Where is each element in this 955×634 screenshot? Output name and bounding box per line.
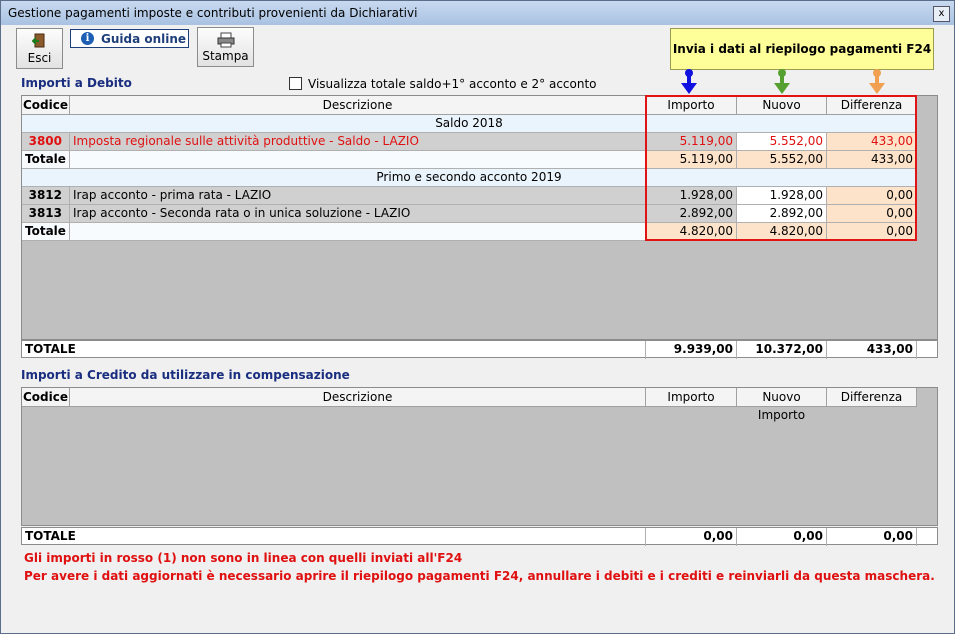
stampa-label: Stampa <box>202 49 249 63</box>
col-nuovo-importo: Nuovo Importo <box>737 388 827 422</box>
col-descrizione: Descrizione <box>70 388 646 407</box>
main-panel: Esci i Guida online Stampa Invia i dati … <box>7 25 948 627</box>
visualizza-totale-checkbox[interactable]: Visualizza totale saldo+1° acconto e 2° … <box>289 77 597 91</box>
info-icon: i <box>81 32 94 45</box>
cell-totale-label: Totale <box>22 223 70 241</box>
exit-door-icon <box>32 33 45 48</box>
debito-section-title: Importi a Debito <box>21 76 132 90</box>
arrow-importo-icon <box>681 69 697 94</box>
printer-icon <box>217 32 235 48</box>
cell-descrizione: Irap acconto - Seconda rata o in unica s… <box>70 205 646 223</box>
cell-descrizione: Imposta regionale sulle attività produtt… <box>70 133 646 151</box>
invia-f24-button[interactable]: Invia i dati al riepilogo pagamenti F24 <box>670 28 934 70</box>
cell-empty <box>70 151 646 169</box>
guida-label: Guida online <box>101 32 187 46</box>
note-line-1: Gli importi in rosso (1) non sono in lin… <box>24 551 463 565</box>
esci-label: Esci <box>27 51 52 65</box>
totale-label: TOTALE <box>22 528 646 546</box>
col-descrizione: Descrizione <box>70 96 646 115</box>
arrow-differenza-icon <box>869 69 885 94</box>
col-importo: Importo <box>646 388 737 407</box>
cell-codice: 3800 <box>22 133 70 151</box>
checkbox-box[interactable] <box>289 77 302 90</box>
note-line-2: Per avere i dati aggiornati è necessario… <box>24 569 935 583</box>
stampa-button[interactable]: Stampa <box>197 27 254 67</box>
esci-button[interactable]: Esci <box>16 28 63 69</box>
col-codice: Codice <box>22 388 70 407</box>
col-codice: Codice <box>22 96 70 115</box>
debito-totale-bar: TOTALE 9.939,00 10.372,00 433,00 <box>21 340 938 359</box>
totale-importo: 0,00 <box>646 528 737 546</box>
totale-nuovo-importo: 10.372,00 <box>737 341 827 359</box>
cell-totale-label: Totale <box>22 151 70 169</box>
guida-online-button[interactable]: i Guida online <box>70 29 189 48</box>
highlight-box <box>645 95 917 241</box>
credito-section-title: Importi a Credito da utilizzare in compe… <box>21 368 350 382</box>
totale-differenza: 0,00 <box>827 528 917 546</box>
totale-differenza: 433,00 <box>827 341 917 359</box>
cell-descrizione: Irap acconto - prima rata - LAZIO <box>70 187 646 205</box>
close-button[interactable]: x <box>933 6 950 22</box>
cell-empty <box>70 223 646 241</box>
title-bar: Gestione pagamenti imposte e contributi … <box>1 1 954 25</box>
app-window: Gestione pagamenti imposte e contributi … <box>0 0 955 634</box>
checkbox-label: Visualizza totale saldo+1° acconto e 2° … <box>308 77 597 91</box>
window-title: Gestione pagamenti imposte e contributi … <box>8 6 418 20</box>
cell-codice: 3812 <box>22 187 70 205</box>
credito-grid[interactable]: Codice Descrizione Importo Nuovo Importo… <box>21 387 938 526</box>
col-differenza: Differenza <box>827 388 917 407</box>
totale-label: TOTALE <box>22 341 646 359</box>
arrow-nuovo-importo-icon <box>774 69 790 94</box>
credito-totale-bar: TOTALE 0,00 0,00 0,00 <box>21 527 938 546</box>
totale-importo: 9.939,00 <box>646 341 737 359</box>
cell-codice: 3813 <box>22 205 70 223</box>
totale-nuovo-importo: 0,00 <box>737 528 827 546</box>
